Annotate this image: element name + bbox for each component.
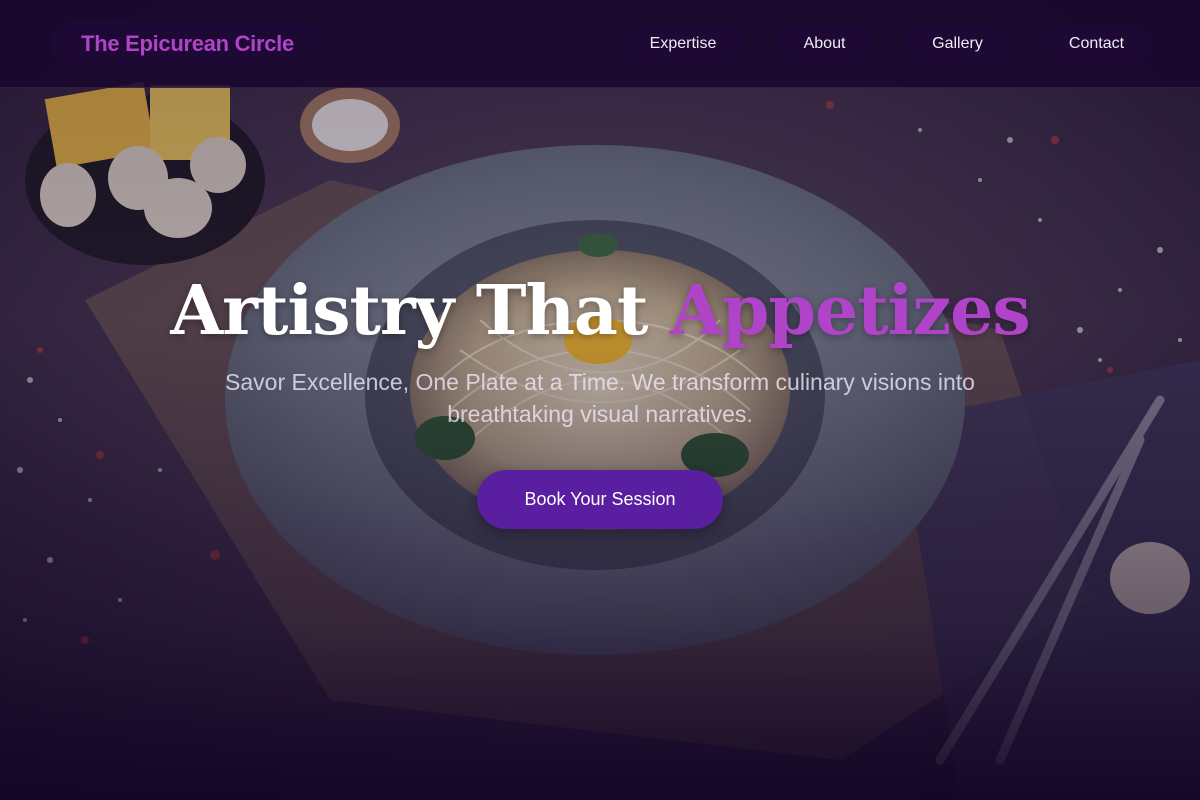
- book-session-button[interactable]: Book Your Session: [477, 470, 723, 529]
- nav-item-gallery[interactable]: Gallery: [906, 24, 1009, 64]
- hero-title: Artistry That Appetizes: [0, 266, 1200, 356]
- site-header: The Epicurean Circle Expertise About Gal…: [0, 0, 1200, 88]
- brand-name: The Epicurean Circle: [81, 30, 294, 56]
- hero-title-accent: Appetizes: [670, 271, 1031, 351]
- nav-item-expertise[interactable]: Expertise: [622, 24, 744, 64]
- hero-title-main: Artistry That: [170, 271, 648, 351]
- nav-item-contact[interactable]: Contact: [1041, 24, 1152, 64]
- nav-item-about[interactable]: About: [776, 24, 873, 64]
- logo-link[interactable]: The Epicurean Circle: [50, 21, 325, 66]
- hero-subtitle: Savor Excellence, One Plate at a Time. W…: [225, 369, 975, 427]
